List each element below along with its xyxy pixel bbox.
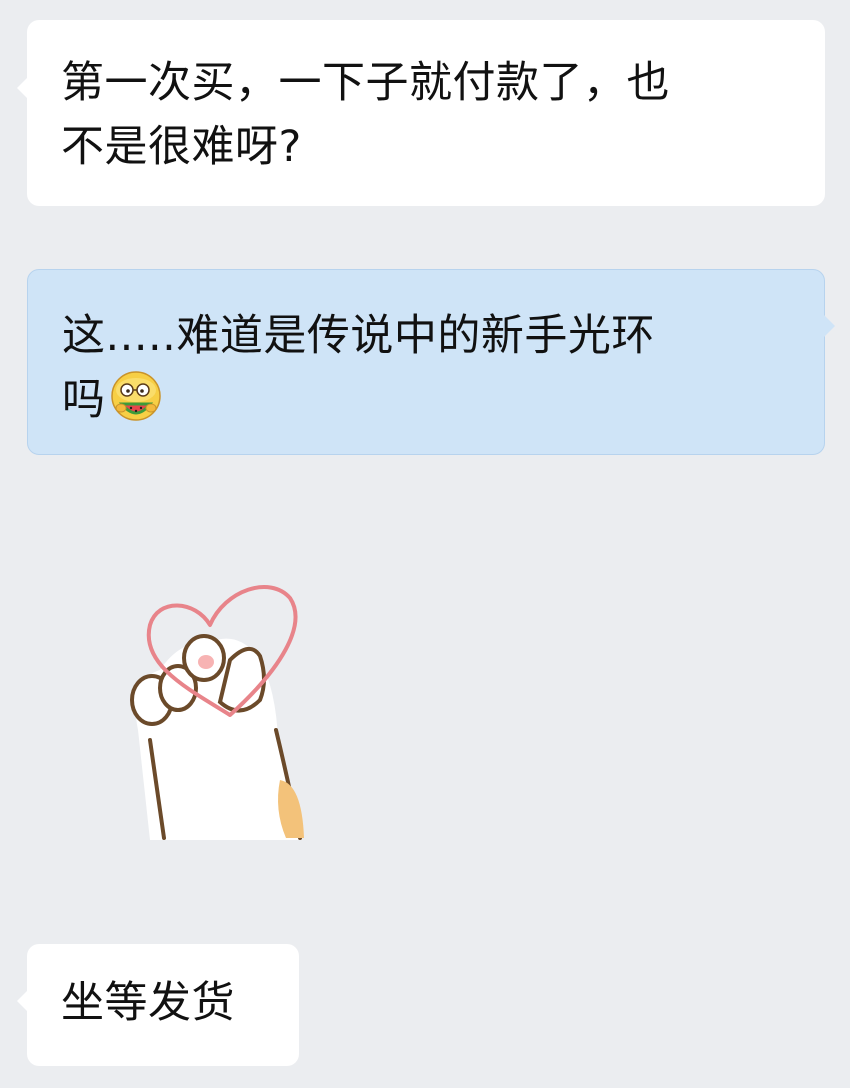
- paw-holding-heart-sticker[interactable]: [110, 570, 310, 850]
- message-bubble-received[interactable]: 坐等发货: [17, 944, 299, 1066]
- message-line: 不是很难呀?: [61, 122, 302, 172]
- message-line: 这.....难道是传说中的新手光环: [62, 311, 655, 361]
- message-text: 吗: [62, 375, 106, 425]
- message-line: 坐等发货: [61, 978, 235, 1028]
- message-line: 第一次买，一下子就付款了，也: [61, 58, 670, 108]
- message-bubble-sent[interactable]: 这.....难道是传说中的新手光环 吗: [27, 269, 835, 455]
- message-line-with-emoji: 吗: [62, 368, 790, 432]
- watermelon-eating-face-emoji: [110, 371, 161, 421]
- message-bubble-received[interactable]: 第一次买，一下子就付款了，也 不是很难呀?: [17, 20, 825, 206]
- chat-thread[interactable]: 第一次买，一下子就付款了，也 不是很难呀? 这.....难道是传说中的新手光环 …: [0, 0, 850, 1088]
